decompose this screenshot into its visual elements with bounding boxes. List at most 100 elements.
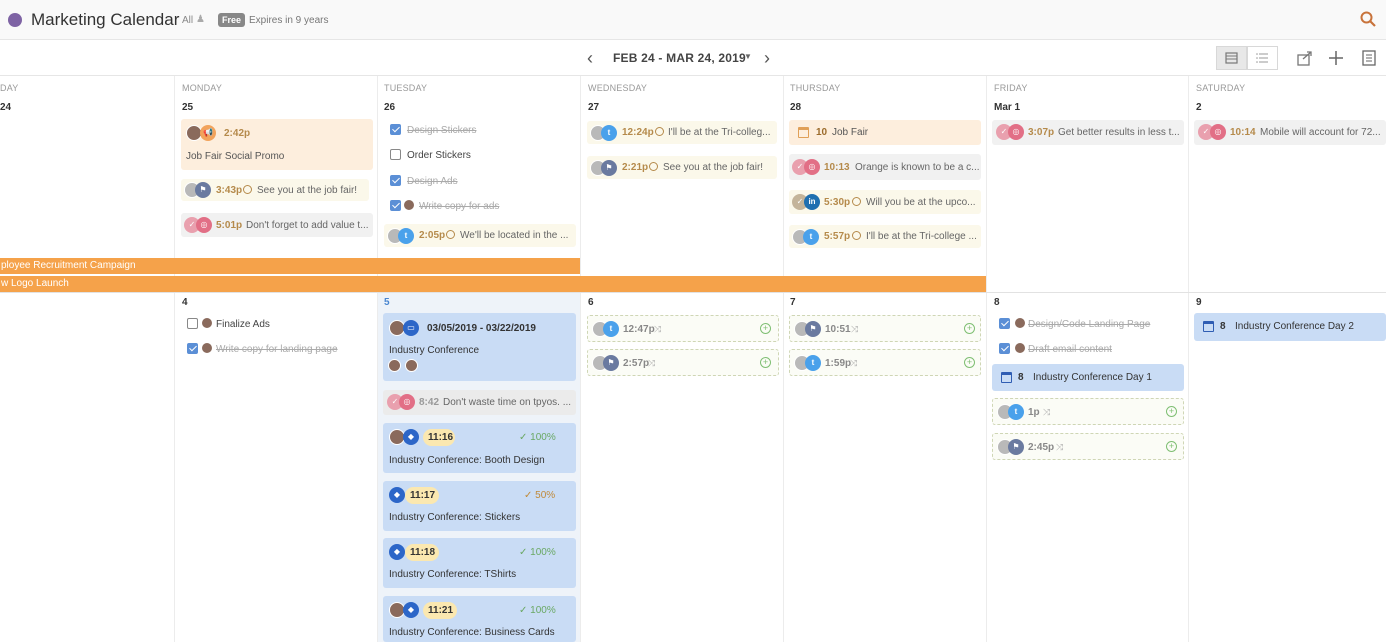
add-icon[interactable]: + <box>1166 406 1177 417</box>
date-number[interactable]: 27 <box>588 102 599 113</box>
calendar-title[interactable]: Marketing Calendar <box>31 10 179 30</box>
social-post-card[interactable]: t 12:24p I'll be at the Tri-colleg... <box>587 121 777 144</box>
shuffle-icon: ⤨ <box>850 358 858 368</box>
social-post-card[interactable]: t 5:57p I'll be at the Tri-college ... <box>789 225 981 248</box>
user-icon[interactable]: ♟ <box>196 14 205 25</box>
social-draft-card[interactable]: ⚑ 2:57p ⤨ + <box>587 349 779 376</box>
social-draft-card[interactable]: t 1:59p ⤨ + <box>789 349 981 376</box>
shuffle-icon: ⤨ <box>654 324 662 334</box>
date-number[interactable]: 7 <box>790 297 796 308</box>
social-post-card[interactable]: ✓ in 5:30p Will you be at the upco... <box>789 190 981 214</box>
task-label[interactable]: Draft email content <box>1028 344 1112 355</box>
day-header-sunday: DAY <box>0 83 19 93</box>
post-time: 12:24p <box>622 127 654 138</box>
task-card[interactable]: ◆ 11:18 ✓ 100% Industry Conference: TShi… <box>383 538 576 588</box>
event-card[interactable]: 8 Industry Conference Day 2 <box>1194 313 1386 341</box>
search-icon[interactable] <box>1360 11 1376 27</box>
post-time: 5:57p <box>824 231 851 242</box>
clock-icon <box>852 231 861 240</box>
task-card[interactable]: ◆ 11:21 ✓ 100% Industry Conference: Busi… <box>383 596 576 642</box>
calendar-view-button[interactable] <box>1216 46 1247 70</box>
date-number[interactable]: 6 <box>588 297 594 308</box>
task-label[interactable]: Design Stickers <box>407 125 476 136</box>
date-number[interactable]: 24 <box>0 102 11 113</box>
add-icon[interactable]: + <box>964 357 975 368</box>
add-icon[interactable]: + <box>760 357 771 368</box>
progress-percent: ✓ 100% <box>519 432 556 443</box>
post-time: 3:43p <box>216 185 243 196</box>
task-label[interactable]: Write copy for ads <box>419 201 499 212</box>
task-checkbox[interactable] <box>999 343 1010 354</box>
calendar-icon <box>798 127 809 138</box>
date-range[interactable]: FEB 24 - MAR 24, 2019 <box>613 51 746 65</box>
chevron-left-icon[interactable]: ‹ <box>587 48 593 69</box>
clock-icon <box>446 230 455 239</box>
social-draft-card[interactable]: ⚑ 10:51 ⤨ + <box>789 315 981 342</box>
social-post-card[interactable]: ✓ ◎ 8:42 Don't waste time on tpyos. ... <box>383 390 576 415</box>
shuffle-icon: ⤨ <box>648 358 656 368</box>
social-draft-card[interactable]: ⚑ 2:45p ⤨ + <box>992 433 1184 460</box>
task-checkbox[interactable] <box>187 318 198 329</box>
add-icon[interactable]: + <box>760 323 771 334</box>
avatar <box>201 342 213 354</box>
task-label[interactable]: Order Stickers <box>407 150 471 161</box>
task-label[interactable]: Write copy for landing page <box>216 344 338 355</box>
task-checkbox[interactable] <box>390 149 401 160</box>
date-number[interactable]: 28 <box>790 102 801 113</box>
date-number-today[interactable]: 5 <box>384 297 390 308</box>
task-label[interactable]: Design/Code Landing Page <box>1028 319 1150 330</box>
post-time: 2:21p <box>622 162 649 173</box>
post-time: 12:47p <box>623 324 655 335</box>
shuffle-icon: ⤨ <box>851 324 859 334</box>
social-post-card[interactable]: ✓ ◎ 10:13 Orange is known to be a c... <box>789 154 981 180</box>
task-card[interactable]: ◆ 11:17 ✓ 50% Industry Conference: Stick… <box>383 481 576 531</box>
post-time: 2:42p <box>224 128 251 139</box>
chevron-down-icon[interactable]: ▼ <box>744 52 752 61</box>
task-checkbox[interactable] <box>187 343 198 354</box>
date-number[interactable]: 9 <box>1196 297 1202 308</box>
expiry-text: Expires in 9 years <box>249 15 329 26</box>
social-post-card[interactable]: 📢 2:42p Job Fair Social Promo <box>181 119 373 170</box>
clock-icon <box>243 185 252 194</box>
social-post-card[interactable]: ✓ ◎ 3:07p Get better results in less t..… <box>992 120 1184 145</box>
task-label[interactable]: Finalize Ads <box>216 319 270 330</box>
date-number[interactable]: 2 <box>1196 102 1202 113</box>
date-number[interactable]: 25 <box>182 102 193 113</box>
task-checkbox[interactable] <box>390 175 401 186</box>
share-icon[interactable] <box>1296 49 1314 67</box>
add-icon[interactable] <box>1327 49 1345 67</box>
add-icon[interactable]: + <box>1166 441 1177 452</box>
week-divider <box>0 292 1386 293</box>
campaign-bar-recruitment[interactable]: ployee Recruitment Campaign <box>0 258 580 274</box>
filter-all[interactable]: All <box>182 15 193 26</box>
tag-icon: ◆ <box>389 544 405 560</box>
folder-icon: ▭ <box>403 320 419 336</box>
social-draft-card[interactable]: t 12:47p ⤨ + <box>587 315 779 342</box>
list-view-button[interactable] <box>1247 46 1278 70</box>
task-checkbox[interactable] <box>999 318 1010 329</box>
day-header-monday: MONDAY <box>182 83 223 93</box>
social-draft-card[interactable]: t 1p ⤨ + <box>992 398 1184 425</box>
chevron-right-icon[interactable]: › <box>764 48 770 69</box>
date-number[interactable]: 4 <box>182 297 188 308</box>
social-post-card[interactable]: t 2:05p We'll be located in the ... <box>384 224 576 247</box>
event-card[interactable]: 10 Job Fair <box>789 120 981 145</box>
notes-icon[interactable] <box>1360 49 1378 67</box>
social-post-card[interactable]: ✓ ◎ 10:14 Mobile will account for 72... <box>1194 120 1386 145</box>
social-post-card[interactable]: ✓ ◎ 5:01p Don't forget to add value t... <box>181 213 373 237</box>
social-post-card[interactable]: ⚑ 3:43p See you at the job fair! <box>181 179 369 201</box>
add-icon[interactable]: + <box>964 323 975 334</box>
campaign-bar-logo-launch[interactable]: w Logo Launch <box>0 276 986 292</box>
date-number[interactable]: 26 <box>384 102 395 113</box>
date-number[interactable]: 8 <box>994 297 1000 308</box>
progress-value: 100% <box>530 432 556 443</box>
avatar <box>1014 342 1026 354</box>
social-post-card[interactable]: ⚑ 2:21p See you at the job fair! <box>587 156 777 179</box>
task-checkbox[interactable] <box>390 124 401 135</box>
date-number[interactable]: Mar 1 <box>994 102 1020 113</box>
task-card[interactable]: ◆ 11:16 ✓ 100% Industry Conference: Boot… <box>383 423 576 473</box>
campaign-card-industry-conference[interactable]: ▭ 03/05/2019 - 03/22/2019 Industry Confe… <box>383 313 576 381</box>
task-checkbox[interactable] <box>390 200 401 211</box>
task-label[interactable]: Design Ads <box>407 176 458 187</box>
event-card[interactable]: 8 Industry Conference Day 1 <box>992 364 1184 391</box>
